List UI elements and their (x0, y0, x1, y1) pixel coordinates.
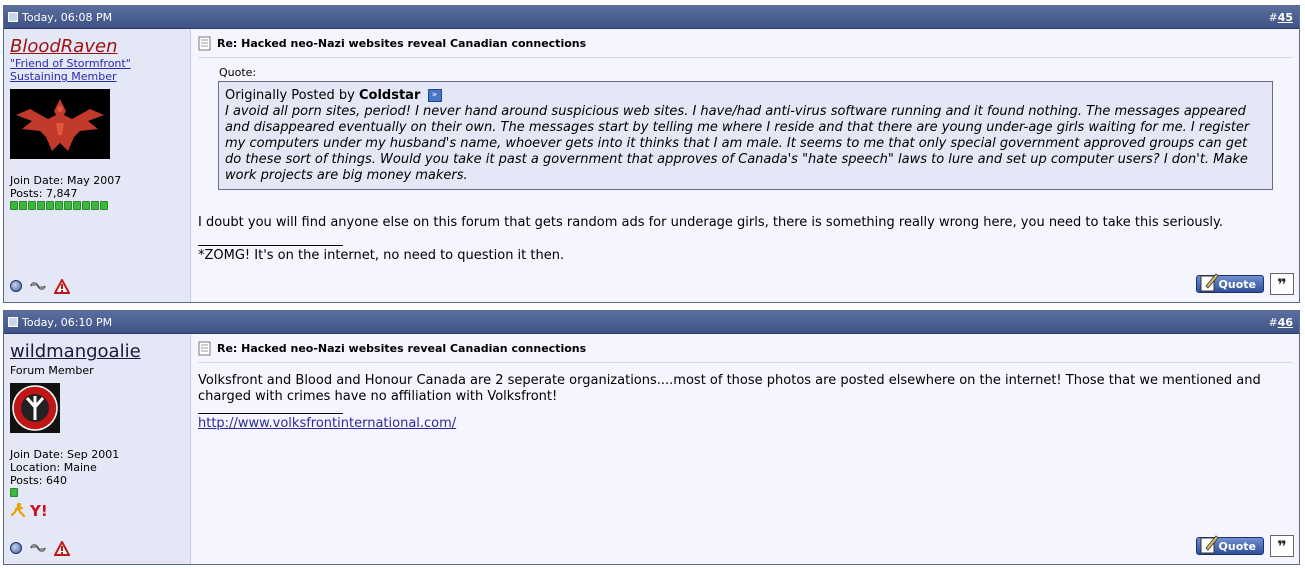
reputation-pip (64, 201, 72, 210)
reputation-pip (10, 201, 18, 210)
online-status-icon (10, 542, 22, 554)
user-info-panel: wildmangoalie Forum Member Join Date: Se… (4, 334, 191, 564)
post-actions: Quote ❞ (1196, 535, 1294, 557)
reputation-pip (19, 201, 27, 210)
reputation-pip (55, 201, 63, 210)
multi-quote-button[interactable]: ❞ (1270, 535, 1294, 557)
reputation-pip (91, 201, 99, 210)
post-number: #46 (1268, 315, 1293, 329)
add-reputation-icon[interactable] (28, 278, 48, 294)
post-message: Volksfront and Blood and Honour Canada a… (198, 373, 1261, 404)
username-link[interactable]: wildmangoalie (10, 341, 184, 362)
report-post-icon[interactable] (54, 540, 70, 556)
post-title-text: Re: Hacked neo-Nazi websites reveal Cana… (217, 37, 587, 50)
quote-box: Originally Posted by Coldstar » I avoid … (218, 81, 1273, 190)
post-count: Posts: 640 (10, 474, 67, 487)
quote-button[interactable]: Quote (1196, 273, 1264, 293)
signature-divider (198, 413, 343, 414)
reputation-pip (28, 201, 36, 210)
signature-link[interactable]: http://www.volksfrontinternational.com/ (198, 416, 456, 431)
multi-quote-button[interactable]: ❞ (1270, 273, 1294, 295)
post-45: Today, 06:08 PM #45 BloodRaven "Friend o… (3, 5, 1300, 303)
user-stats: Join Date: Sep 2001 Location: Maine Post… (10, 448, 184, 518)
im-icons: Y! (10, 502, 184, 518)
svg-text:Y!: Y! (30, 502, 48, 518)
reputation-pip (100, 201, 108, 210)
signature: *ZOMG! It's on the internet, no need to … (198, 248, 565, 263)
post-number-link[interactable]: 46 (1278, 316, 1293, 329)
post-old-icon (8, 317, 18, 327)
quote-button[interactable]: Quote (1196, 535, 1264, 555)
post-46: Today, 06:10 PM #46 wildmangoalie Forum … (3, 310, 1300, 565)
user-status-icons (10, 278, 70, 294)
aim-icon[interactable] (10, 502, 26, 518)
multi-quote-icon: ❞ (1277, 274, 1287, 294)
online-status-icon (10, 280, 22, 292)
post-header: Today, 06:08 PM #45 (4, 6, 1299, 29)
signature: http://www.volksfrontinternational.com/ (198, 416, 1293, 432)
multi-quote-icon: ❞ (1277, 536, 1287, 556)
post-title: Re: Hacked neo-Nazi websites reveal Cana… (198, 36, 1293, 58)
quote-button-label: Quote (1218, 277, 1256, 291)
post-date-text: Today, 06:10 PM (22, 315, 113, 329)
reputation-pip (82, 201, 90, 210)
post-date-text: Today, 06:08 PM (22, 10, 113, 24)
user-title-link[interactable]: "Friend of Stormfront" (10, 57, 184, 70)
user-info-panel: BloodRaven "Friend of Stormfront" Sustai… (4, 29, 191, 302)
reputation-pip (73, 201, 81, 210)
post-date: Today, 06:10 PM (8, 316, 112, 329)
quote-pen-icon (1200, 273, 1218, 292)
username-link[interactable]: BloodRaven (10, 36, 184, 57)
quote-author: Coldstar (358, 88, 421, 103)
post-number: #45 (1268, 10, 1293, 24)
post-count: Posts: 7,847 (10, 187, 78, 200)
post-content: Re: Hacked neo-Nazi websites reveal Cana… (191, 334, 1299, 564)
reputation-bar (10, 201, 184, 210)
avatar (10, 89, 110, 159)
join-date: Join Date: May 2007 (10, 174, 122, 187)
post-content: Re: Hacked neo-Nazi websites reveal Cana… (191, 29, 1299, 302)
quote-attribution: Originally Posted by Coldstar » (225, 88, 1266, 103)
report-post-icon[interactable] (54, 278, 70, 294)
post-header: Today, 06:10 PM #46 (4, 311, 1299, 334)
post-date: Today, 06:08 PM (8, 11, 112, 24)
user-stats: Join Date: May 2007 Posts: 7,847 (10, 174, 184, 210)
location: Location: Maine (10, 461, 97, 474)
reputation-pip (46, 201, 54, 210)
post-title-text: Re: Hacked neo-Nazi websites reveal Cana… (217, 342, 587, 355)
user-status-icons (10, 540, 70, 556)
reputation-pip (37, 201, 45, 210)
post-actions: Quote ❞ (1196, 273, 1294, 295)
quote-button-label: Quote (1218, 539, 1256, 553)
user-rank: Forum Member (10, 364, 94, 377)
quote-text: I avoid all porn sites, period! I never … (225, 104, 1250, 183)
post-number-link[interactable]: 45 (1278, 11, 1293, 24)
quote-label: Quote: (219, 66, 257, 79)
add-reputation-icon[interactable] (28, 540, 48, 556)
post-message: I doubt you will find anyone else on thi… (198, 215, 1224, 230)
post-old-icon (8, 12, 18, 22)
quote-pen-icon (1200, 535, 1218, 554)
quote-by-prefix: Originally Posted by (225, 88, 355, 103)
signature-divider (198, 245, 343, 246)
reputation-pip (10, 488, 18, 497)
view-post-icon[interactable]: » (427, 89, 442, 102)
yahoo-icon[interactable]: Y! (30, 502, 50, 518)
post-title-icon (198, 36, 211, 51)
join-date: Join Date: Sep 2001 (10, 448, 120, 461)
reputation-bar (10, 488, 184, 497)
avatar (10, 383, 60, 433)
post-title: Re: Hacked neo-Nazi websites reveal Cana… (198, 341, 1293, 363)
user-rank-link[interactable]: Sustaining Member (10, 70, 184, 83)
post-title-icon (198, 341, 211, 356)
